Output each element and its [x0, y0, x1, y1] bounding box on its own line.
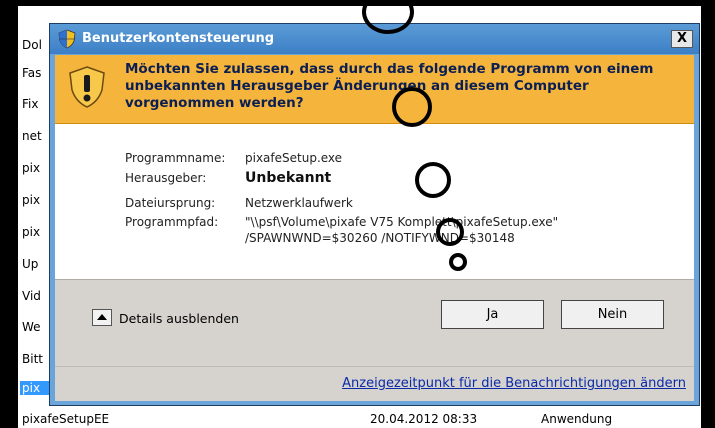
close-button[interactable]: X	[671, 30, 693, 48]
list-item[interactable]: Fas	[22, 66, 41, 80]
footer-divider	[55, 366, 694, 367]
list-item[interactable]: pix	[22, 193, 40, 207]
dialog-client-area: Möchten Sie zulassen, dass durch das fol…	[55, 55, 694, 401]
list-item-type: Anwendung	[541, 412, 613, 426]
list-item[interactable]: net	[22, 129, 42, 143]
uac-dialog: Benutzerkontensteuerung X Möchten Sie zu…	[49, 23, 700, 406]
list-item-date: 20.04.2012 08:33	[370, 412, 478, 426]
program-name-value: pixafeSetup.exe	[245, 151, 343, 165]
list-item[interactable]: pix	[22, 225, 40, 239]
list-item[interactable]: pixafeSetupEE	[22, 412, 109, 426]
list-item[interactable]: Up	[22, 257, 38, 271]
list-item[interactable]: Bitt	[22, 352, 43, 366]
annotation-circle	[449, 253, 467, 271]
annotation-circle	[415, 162, 451, 198]
path-value-line1: "\\psf\Volume\pixafe V75 Komplett\pixafe…	[245, 215, 559, 229]
path-label: Programmpfad:	[125, 215, 219, 229]
list-item-type: Dateiordner	[541, 0, 613, 8]
publisher-value: Unbekannt	[245, 170, 332, 186]
annotation-circle	[436, 218, 464, 246]
details-label[interactable]: Details ausblenden	[119, 311, 239, 326]
origin-value: Netzwerklaufwerk	[245, 196, 353, 210]
list-item[interactable]: Dol	[22, 38, 42, 52]
annotation-circle	[392, 87, 432, 127]
publisher-label: Herausgeber:	[125, 171, 207, 185]
path-value-line2: /SPAWNWND=$30260 /NOTIFYWND=$30148	[245, 231, 515, 245]
list-item[interactable]: We	[22, 320, 41, 334]
dialog-title: Benutzerkontensteuerung	[82, 31, 275, 46]
uac-shield-icon	[58, 29, 76, 49]
warning-shield-icon	[69, 66, 105, 108]
no-button[interactable]: Nein	[561, 300, 664, 329]
list-item[interactable]: abE	[22, 0, 45, 8]
notification-settings-link[interactable]: Anzeigezeitpunkt für die Benachrichtigun…	[342, 376, 686, 391]
list-item[interactable]: Fix	[22, 97, 38, 111]
dialog-footer: Details ausblenden Ja Nein Anzeigezeitpu…	[55, 279, 694, 401]
yes-button[interactable]: Ja	[441, 300, 544, 329]
warning-banner: Möchten Sie zulassen, dass durch das fol…	[55, 55, 694, 124]
list-item[interactable]: Vid	[22, 289, 41, 303]
program-name-label: Programmname:	[125, 151, 226, 165]
origin-label: Dateiursprung:	[125, 196, 216, 210]
list-item[interactable]: pix	[22, 161, 40, 175]
collapse-details-button[interactable]	[92, 309, 112, 326]
